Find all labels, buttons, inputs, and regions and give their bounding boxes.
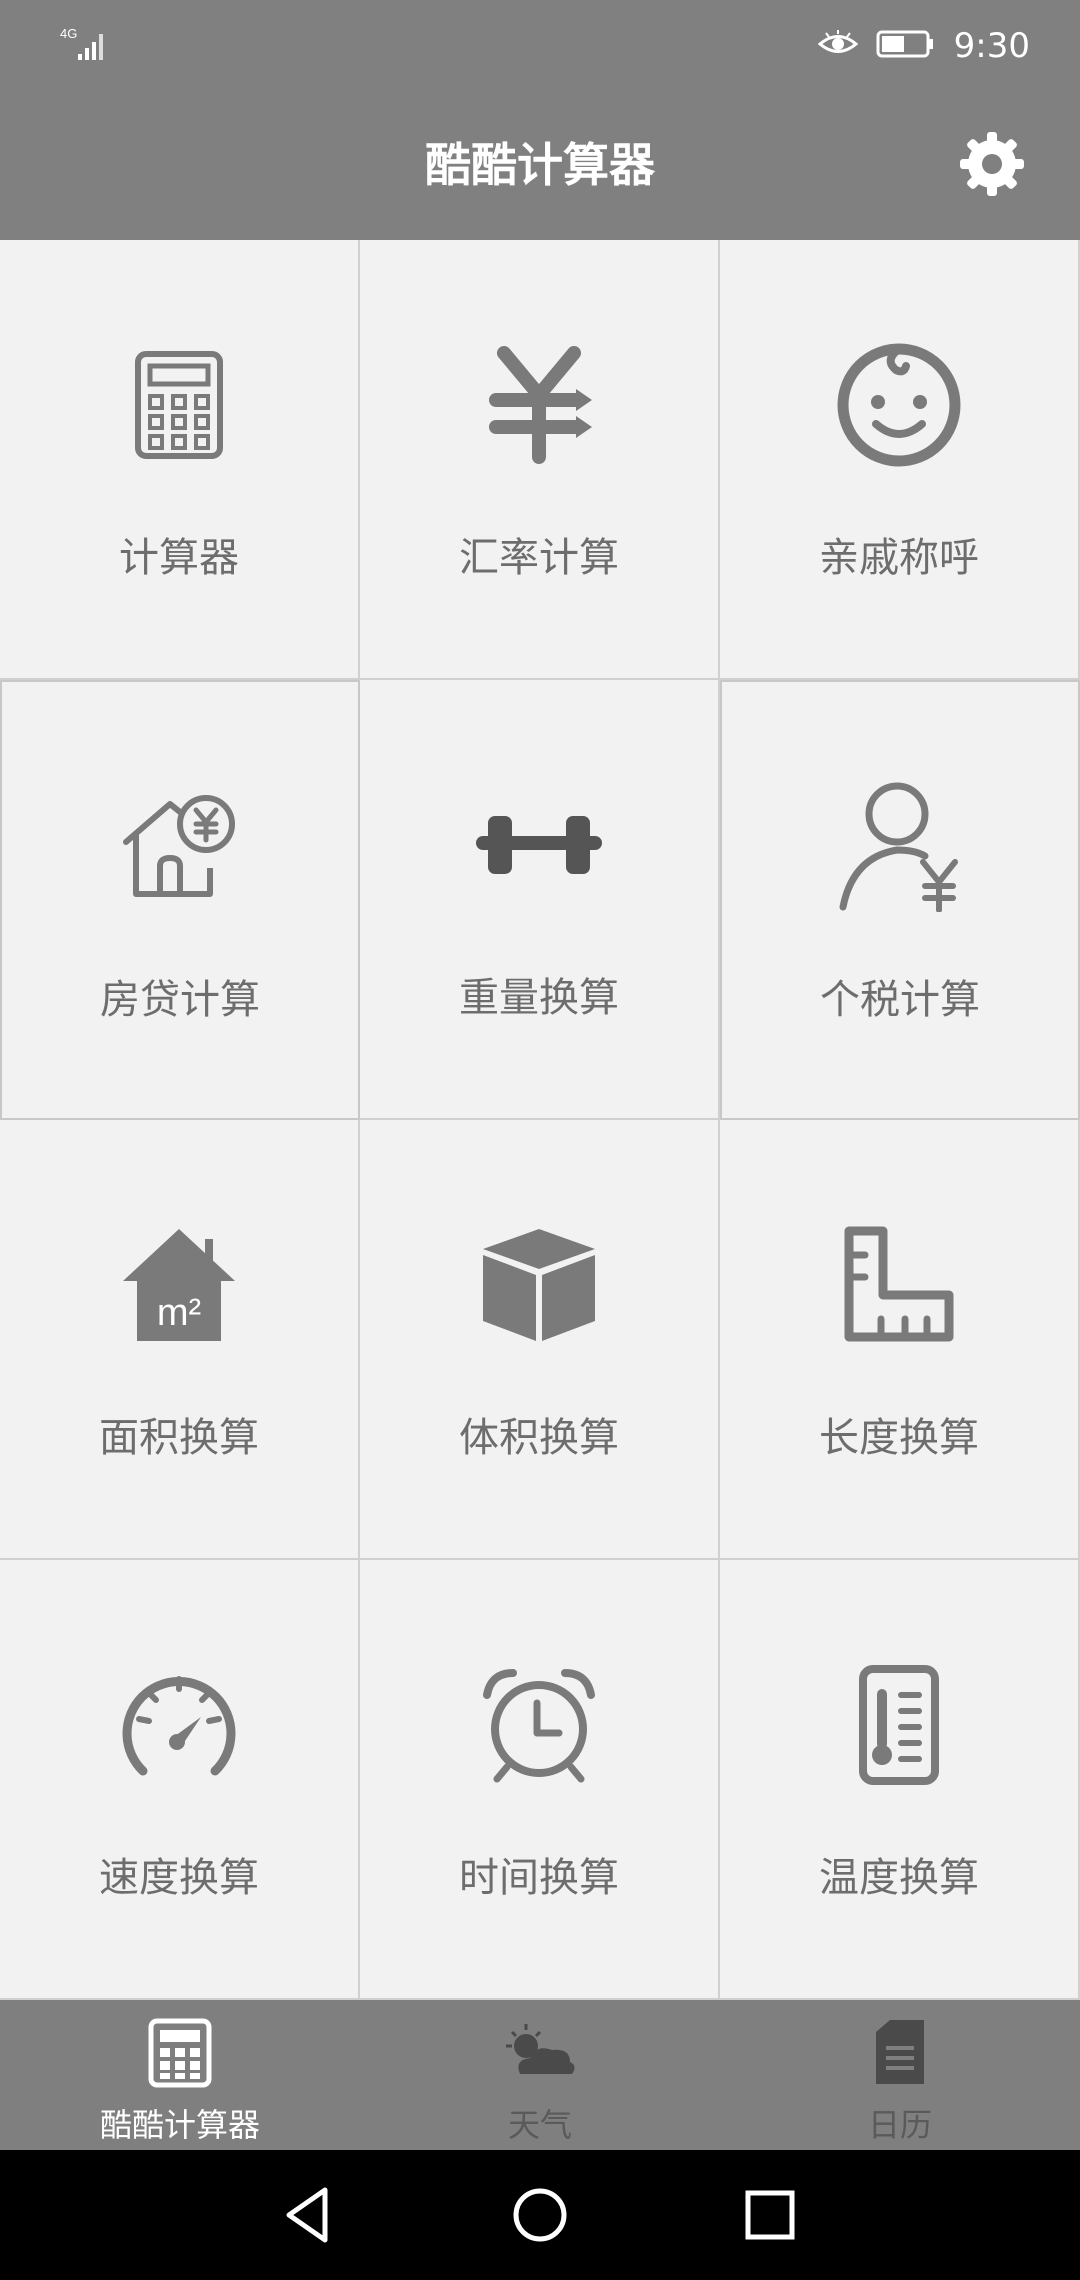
dumbbell-icon — [360, 780, 718, 910]
signal-icon: 4G — [58, 24, 118, 64]
yuan-exchange-icon — [360, 340, 718, 470]
tab-label: 天气 — [507, 2106, 572, 2144]
tab-label: 日历 — [867, 2106, 932, 2144]
status-time: 9:30 — [953, 26, 1030, 66]
speedometer-icon — [0, 1660, 358, 1790]
weather-icon — [360, 2018, 720, 2090]
tab-label: 酷酷计算器 — [99, 2106, 260, 2144]
thermometer-icon — [720, 1660, 1078, 1790]
grid-item-calculator[interactable]: 计算器 — [0, 240, 360, 680]
house-yuan-icon — [2, 782, 358, 912]
grid-item-exchange[interactable]: 汇率计算 — [360, 240, 720, 680]
calculator-tab-icon — [0, 2018, 360, 2090]
grid-item-label: 亲戚称呼 — [819, 535, 979, 581]
grid-item-relatives[interactable]: 亲戚称呼 — [720, 240, 1080, 680]
grid-item-label: 温度换算 — [819, 1855, 979, 1901]
system-nav-bar — [0, 2150, 1080, 2280]
status-bar: 4G 9:30 — [0, 0, 1080, 90]
grid-item-tax[interactable]: 个税计算 — [720, 680, 1080, 1120]
grid-item-label: 个税计算 — [820, 977, 980, 1023]
home-icon[interactable] — [505, 2180, 575, 2250]
back-icon[interactable] — [275, 2180, 345, 2250]
bottom-tab-bar: 酷酷计算器 天气 日历 — [0, 2000, 1080, 2150]
grid-item-label: 长度换算 — [819, 1415, 979, 1461]
tool-grid: 计算器 汇率计算 亲戚称呼 房贷计算 重量换算 个税计算 m² 面积换算 体积换… — [0, 240, 1080, 2000]
alarm-clock-icon — [360, 1660, 718, 1790]
grid-item-label: 体积换算 — [459, 1415, 619, 1461]
page-title: 酷酷计算器 — [425, 138, 655, 192]
ruler-icon — [720, 1220, 1078, 1350]
grid-item-time[interactable]: 时间换算 — [360, 1560, 720, 2000]
grid-item-length[interactable]: 长度换算 — [720, 1120, 1080, 1560]
baby-face-icon — [720, 340, 1078, 470]
grid-item-temperature[interactable]: 温度换算 — [720, 1560, 1080, 2000]
svg-text:4G: 4G — [60, 26, 77, 41]
grid-item-label: 速度换算 — [99, 1855, 259, 1901]
tab-weather[interactable]: 天气 — [360, 2000, 720, 2150]
calculator-icon — [0, 340, 358, 470]
gear-icon[interactable] — [956, 128, 1028, 200]
calendar-icon — [720, 2018, 1080, 2090]
house-m2-icon: m² — [0, 1220, 358, 1350]
app-bar: 酷酷计算器 — [0, 90, 1080, 240]
grid-item-label: 计算器 — [119, 535, 239, 581]
eye-icon — [817, 29, 858, 63]
svg-text:m²: m² — [157, 1292, 201, 1334]
grid-item-label: 汇率计算 — [459, 535, 619, 581]
grid-item-label: 房贷计算 — [100, 977, 260, 1023]
grid-item-mortgage[interactable]: 房贷计算 — [0, 680, 360, 1120]
cube-icon — [360, 1220, 718, 1350]
grid-item-label: 面积换算 — [99, 1415, 259, 1461]
person-yuan-icon — [722, 782, 1078, 912]
grid-item-area[interactable]: m² 面积换算 — [0, 1120, 360, 1560]
tab-calculator[interactable]: 酷酷计算器 — [0, 2000, 360, 2150]
grid-item-label: 重量换算 — [459, 975, 619, 1021]
grid-item-volume[interactable]: 体积换算 — [360, 1120, 720, 1560]
battery-icon — [876, 29, 936, 63]
recents-icon[interactable] — [735, 2180, 805, 2250]
grid-item-weight[interactable]: 重量换算 — [360, 680, 720, 1120]
grid-item-label: 时间换算 — [459, 1855, 619, 1901]
tab-calendar[interactable]: 日历 — [720, 2000, 1080, 2150]
grid-item-speed[interactable]: 速度换算 — [0, 1560, 360, 2000]
